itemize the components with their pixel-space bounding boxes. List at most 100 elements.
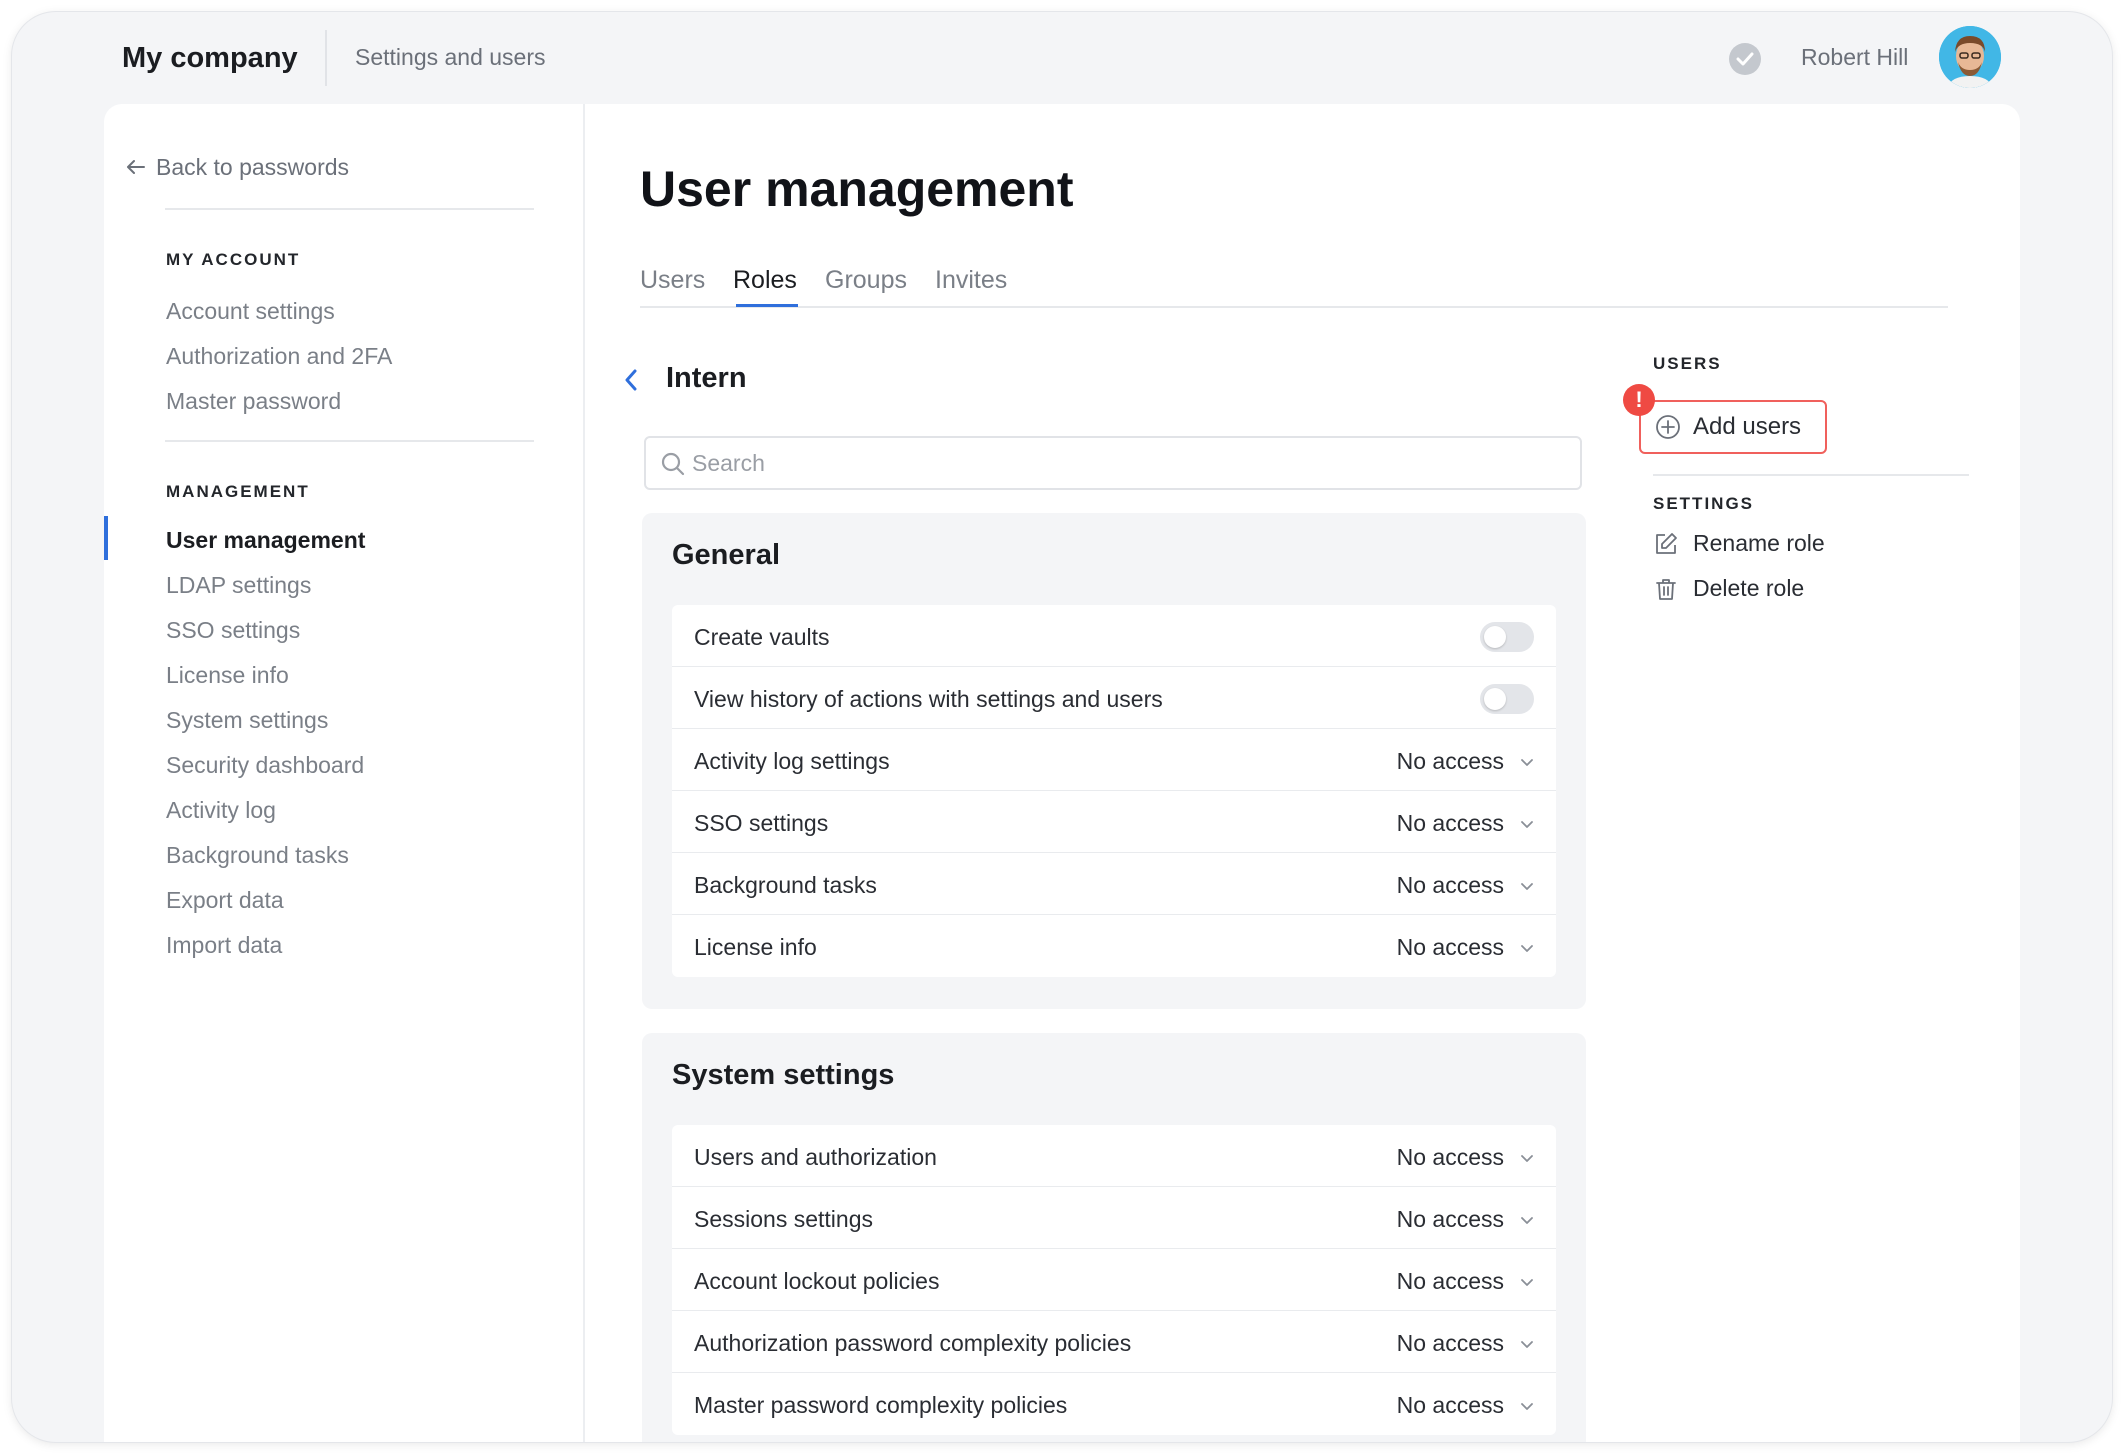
permission-row: Users and authorization No access — [672, 1125, 1556, 1187]
permission-row: Master password complexity policies No a… — [672, 1373, 1556, 1435]
sidebar-item-security-dashboard[interactable]: Security dashboard — [166, 752, 364, 779]
tab-groups[interactable]: Groups — [825, 266, 907, 295]
permission-label: SSO settings — [694, 810, 829, 836]
active-tab-indicator — [736, 304, 798, 307]
sidebar-item-activity-log[interactable]: Activity log — [166, 797, 276, 824]
content-area: User management Users Roles Groups Invit… — [585, 104, 2020, 1442]
access-level-select[interactable]: No access — [1397, 1268, 1534, 1295]
tab-roles[interactable]: Roles — [733, 266, 797, 295]
tab-invites[interactable]: Invites — [935, 266, 1007, 295]
chevron-down-icon — [1521, 758, 1533, 766]
page-title: User management — [640, 161, 1074, 217]
chevron-down-icon — [1521, 882, 1533, 890]
sidebar-item-authorization-2fa[interactable]: Authorization and 2FA — [166, 343, 392, 370]
permission-label: Activity log settings — [694, 748, 890, 774]
access-level-select[interactable]: No access — [1397, 1144, 1534, 1171]
search-input[interactable] — [692, 446, 1552, 480]
permission-row: View history of actions with settings an… — [672, 667, 1556, 729]
add-users-button[interactable]: Add users — [1639, 400, 1827, 454]
company-name[interactable]: My company — [122, 42, 298, 75]
access-level-value: No access — [1396, 1144, 1504, 1170]
access-level-select[interactable]: No access — [1397, 872, 1534, 899]
permission-row: Create vaults — [672, 605, 1556, 667]
group-title: System settings — [672, 1059, 895, 1091]
my-account-heading: MY ACCOUNT — [166, 250, 301, 269]
sidebar-item-user-management[interactable]: User management — [166, 527, 365, 554]
permissions-list: Users and authorization No access Sessio… — [672, 1125, 1556, 1435]
user-name[interactable]: Robert Hill — [1801, 44, 1908, 71]
sidebar-item-account-settings[interactable]: Account settings — [166, 298, 335, 325]
sidebar-item-ldap-settings[interactable]: LDAP settings — [166, 572, 311, 599]
check-circle-icon — [1729, 43, 1761, 75]
permission-row: Account lockout policies No access — [672, 1249, 1556, 1311]
permission-row: Background tasks No access — [672, 853, 1556, 915]
permission-row: Authorization password complexity polici… — [672, 1311, 1556, 1373]
search-icon — [661, 452, 685, 476]
permission-row: SSO settings No access — [672, 791, 1556, 853]
chevron-down-icon — [1521, 820, 1533, 828]
sidebar-item-master-password[interactable]: Master password — [166, 388, 341, 415]
chevron-left-icon[interactable] — [624, 369, 638, 396]
app-window: My company Settings and users Robert Hil… — [12, 12, 2112, 1442]
rename-role-label: Rename role — [1693, 530, 1825, 556]
add-users-label: Add users — [1693, 413, 1802, 440]
header-divider — [325, 30, 327, 86]
search-box — [644, 436, 1582, 490]
access-level-select[interactable]: No access — [1397, 810, 1534, 837]
access-level-value: No access — [1396, 1206, 1504, 1232]
sidebar-divider — [165, 208, 534, 210]
chevron-down-icon — [1521, 1340, 1533, 1348]
access-level-select[interactable]: No access — [1397, 934, 1534, 961]
back-link-label: Back to passwords — [156, 154, 350, 180]
permissions-group-system-settings: System settings Users and authorization … — [642, 1033, 1586, 1442]
delete-role-button[interactable]: Delete role — [1653, 575, 1804, 602]
permission-row: License info No access — [672, 915, 1556, 977]
permission-label: License info — [694, 934, 817, 960]
sidebar-item-license-info[interactable]: License info — [166, 662, 289, 689]
create-vaults-toggle[interactable] — [1480, 622, 1534, 652]
permissions-list: Create vaults View history of actions wi… — [672, 605, 1556, 977]
access-level-select[interactable]: No access — [1397, 748, 1534, 775]
management-heading: MANAGEMENT — [166, 482, 310, 501]
access-level-value: No access — [1396, 810, 1504, 836]
rename-role-button[interactable]: Rename role — [1653, 530, 1825, 557]
access-level-select[interactable]: No access — [1397, 1330, 1534, 1357]
sidebar-item-import-data[interactable]: Import data — [166, 932, 282, 959]
sidebar-item-sso-settings[interactable]: SSO settings — [166, 617, 300, 644]
permission-label: Master password complexity policies — [694, 1392, 1068, 1418]
permission-row: Activity log settings No access — [672, 729, 1556, 791]
permission-label: Account lockout policies — [694, 1268, 940, 1294]
access-level-select[interactable]: No access — [1397, 1206, 1534, 1233]
avatar[interactable] — [1939, 26, 2001, 88]
access-level-value: No access — [1396, 872, 1504, 898]
group-title: General — [672, 539, 780, 571]
access-level-select[interactable]: No access — [1397, 1392, 1534, 1419]
right-panel-divider — [1653, 474, 1969, 476]
view-history-toggle[interactable] — [1480, 684, 1534, 714]
role-name: Intern — [666, 362, 747, 394]
sidebar-divider — [165, 440, 534, 442]
users-heading: USERS — [1653, 354, 1722, 373]
sidebar-item-background-tasks[interactable]: Background tasks — [166, 842, 349, 869]
tab-users[interactable]: Users — [640, 266, 705, 295]
chevron-down-icon — [1521, 944, 1533, 952]
permission-label: Background tasks — [694, 872, 877, 898]
arrow-left-icon — [126, 154, 146, 181]
access-level-value: No access — [1396, 1330, 1504, 1356]
back-to-passwords-link[interactable]: Back to passwords — [126, 154, 349, 181]
access-level-value: No access — [1396, 748, 1504, 774]
access-level-value: No access — [1396, 934, 1504, 960]
sidebar-item-system-settings[interactable]: System settings — [166, 707, 328, 734]
permission-label: Create vaults — [694, 624, 830, 650]
permission-label: Users and authorization — [694, 1144, 937, 1170]
permission-label: Sessions settings — [694, 1206, 873, 1232]
access-level-value: No access — [1396, 1392, 1504, 1418]
permission-row: Sessions settings No access — [672, 1187, 1556, 1249]
settings-heading: SETTINGS — [1653, 494, 1755, 513]
delete-role-label: Delete role — [1693, 575, 1805, 601]
chevron-down-icon — [1521, 1154, 1533, 1162]
sidebar-item-export-data[interactable]: Export data — [166, 887, 284, 914]
permission-label: View history of actions with settings an… — [694, 686, 1163, 712]
access-level-value: No access — [1396, 1268, 1504, 1294]
sidebar: Back to passwords MY ACCOUNT Account set… — [104, 104, 585, 1442]
